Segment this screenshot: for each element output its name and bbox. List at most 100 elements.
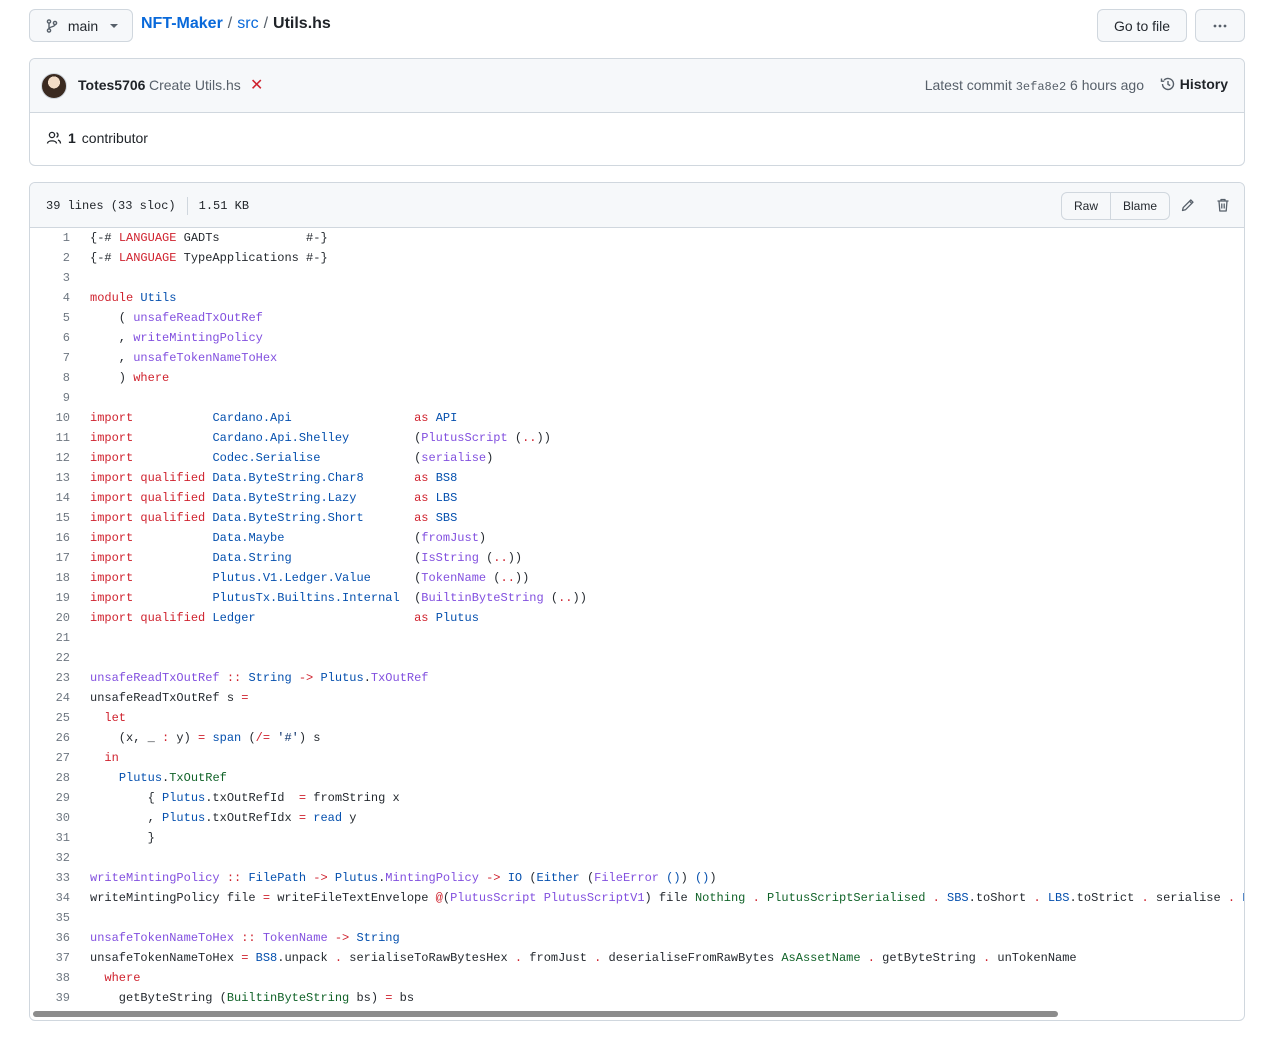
line-number[interactable]: 18 [30, 568, 70, 588]
commit-age: 6 hours ago [1070, 77, 1144, 93]
code-line: 29 { Plutus.txOutRefId = fromString x [30, 788, 1244, 808]
code-token: unsafeTokenNameToHex [90, 931, 235, 945]
line-number[interactable]: 27 [30, 748, 70, 768]
line-number[interactable]: 7 [30, 348, 70, 368]
line-number[interactable]: 4 [30, 288, 70, 308]
line-content: writeMintingPolicy :: FilePath -> Plutus… [70, 868, 717, 888]
line-number[interactable]: 24 [30, 688, 70, 708]
line-number[interactable]: 11 [30, 428, 70, 448]
code-token: } [90, 831, 155, 845]
file-actions-group: Raw Blame [1061, 192, 1171, 220]
line-number[interactable]: 15 [30, 508, 70, 528]
line-content: , writeMintingPolicy [70, 328, 263, 348]
avatar[interactable] [41, 73, 67, 99]
code-line: 34 writeMintingPolicy file = writeFileTex… [30, 888, 1244, 908]
code-token: y) [169, 731, 199, 745]
line-content [70, 648, 90, 668]
line-number[interactable]: 34 [30, 888, 70, 908]
line-number[interactable]: 28 [30, 768, 70, 788]
code-token: ( [284, 531, 422, 545]
code-token: ( [291, 551, 422, 565]
line-content: {-# LANGUAGE TypeApplications #-} [70, 248, 328, 268]
more-options-button[interactable] [1195, 9, 1245, 42]
line-number[interactable]: 17 [30, 548, 70, 568]
line-number[interactable]: 8 [30, 368, 70, 388]
trash-icon[interactable] [1214, 196, 1232, 214]
code-token: Data.Maybe [212, 531, 285, 545]
breadcrumb-dir-link[interactable]: src [237, 14, 258, 34]
line-number[interactable]: 12 [30, 448, 70, 468]
code-token: Plutus.V1.Ledger.Value [212, 571, 371, 585]
horizontal-scrollbar[interactable] [30, 1008, 1244, 1020]
line-number[interactable]: 26 [30, 728, 70, 748]
code-line: 7 , unsafeTokenNameToHex [30, 348, 1244, 368]
line-number[interactable]: 36 [30, 928, 70, 948]
scrollbar-thumb[interactable] [33, 1011, 1058, 1017]
line-number[interactable]: 39 [30, 988, 70, 1008]
line-number[interactable]: 13 [30, 468, 70, 488]
line-number[interactable]: 33 [30, 868, 70, 888]
line-number[interactable]: 25 [30, 708, 70, 728]
commit-sha-link[interactable]: 3efa8e2 [1016, 80, 1066, 94]
branch-selector-button[interactable]: main [29, 9, 133, 42]
line-content: ( unsafeReadTxOutRef [70, 308, 263, 328]
line-number[interactable]: 21 [30, 628, 70, 648]
blame-button[interactable]: Blame [1110, 193, 1169, 219]
code-token: ) s [298, 731, 321, 745]
code-token: bs [392, 991, 415, 1005]
code-token: import [90, 551, 134, 565]
code-token: ( [486, 571, 501, 585]
line-number[interactable]: 19 [30, 588, 70, 608]
line-content: } [70, 828, 155, 848]
code-token: ) [478, 531, 487, 545]
line-number[interactable]: 29 [30, 788, 70, 808]
history-link[interactable]: History [1160, 76, 1228, 92]
line-number[interactable]: 2 [30, 248, 70, 268]
line-number[interactable]: 10 [30, 408, 70, 428]
code-token: y [342, 811, 357, 825]
line-number[interactable]: 6 [30, 328, 70, 348]
code-line: 23 unsafeReadTxOutRef :: String -> Plutus… [30, 668, 1244, 688]
check-failed-icon[interactable]: ✕ [250, 75, 263, 95]
line-content: import Codec.Serialise (serialise) [70, 448, 493, 468]
line-number[interactable]: 30 [30, 808, 70, 828]
code-token: Data.ByteString.Char8 [212, 471, 364, 485]
raw-button[interactable]: Raw [1062, 193, 1110, 219]
code-token: Plutus [320, 671, 364, 685]
latest-commit-label: Latest commit [924, 77, 1012, 93]
contributors-link[interactable]: 1 contributor [46, 130, 148, 146]
go-to-file-button[interactable]: Go to file [1097, 9, 1187, 42]
line-number[interactable]: 22 [30, 648, 70, 668]
line-number[interactable]: 1 [30, 228, 70, 248]
code-token: Ledger [212, 611, 256, 625]
line-number[interactable]: 3 [30, 268, 70, 288]
commit-author-link[interactable]: Totes5706 [78, 77, 145, 93]
line-number[interactable]: 9 [30, 388, 70, 408]
code-token: ( [478, 551, 494, 565]
breadcrumb-repo-link[interactable]: NFT-Maker [141, 14, 223, 34]
code-line: 9 [30, 388, 1244, 408]
line-number[interactable]: 20 [30, 608, 70, 628]
file-viewer: 39 lines (33 sloc) 1.51 KB Raw Blame 1 {-… [29, 182, 1245, 1021]
code-token: ( [349, 431, 422, 445]
edit-pencil-icon[interactable] [1179, 196, 1197, 214]
line-number[interactable]: 31 [30, 828, 70, 848]
line-number[interactable]: 14 [30, 488, 70, 508]
line-number[interactable]: 16 [30, 528, 70, 548]
commit-message-link[interactable]: Create Utils.hs [149, 77, 241, 93]
history-label: History [1179, 76, 1228, 92]
file-info: 39 lines (33 sloc) 1.51 KB [46, 197, 249, 215]
code-view[interactable]: 1 {-# LANGUAGE GADTs #-} 2 {-# LANGUAGE Typ… [30, 228, 1244, 1008]
line-number[interactable]: 38 [30, 968, 70, 988]
line-number[interactable]: 35 [30, 908, 70, 928]
code-line: 16 import Data.Maybe (fromJust) [30, 528, 1244, 548]
line-number[interactable]: 37 [30, 948, 70, 968]
line-number[interactable]: 32 [30, 848, 70, 868]
code-token: LBS [1047, 891, 1070, 905]
line-number[interactable]: 23 [30, 668, 70, 688]
code-token: , [90, 331, 134, 345]
line-number[interactable]: 5 [30, 308, 70, 328]
